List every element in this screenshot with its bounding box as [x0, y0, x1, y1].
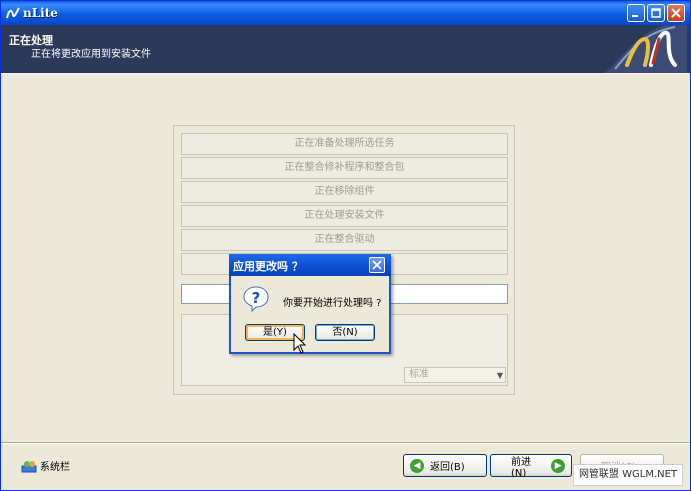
- system-tray-icon: [21, 460, 37, 472]
- header-banner: 正在处理 正在将更改应用到安装文件: [1, 25, 690, 75]
- dialog-title-bar[interactable]: 应用更改吗 ？: [229, 254, 391, 276]
- task-item: 正在移除组件: [181, 181, 508, 203]
- dialog-message: 你要开始进行处理吗 ?: [283, 298, 382, 309]
- question-icon: ?: [243, 286, 269, 312]
- back-button-label: 返回(B): [430, 462, 465, 473]
- back-button[interactable]: ◀ 返回(B): [403, 454, 487, 477]
- priority-select[interactable]: 标准 ▼: [404, 367, 506, 383]
- close-icon: [671, 8, 681, 18]
- task-item: 正在处理安装文件: [181, 205, 508, 227]
- chevron-down-icon: ▼: [496, 371, 503, 380]
- footer-divider: [1, 442, 690, 444]
- svg-text:?: ?: [252, 289, 261, 307]
- minimize-icon: [632, 15, 638, 17]
- nlite-logo-icon: [605, 25, 687, 73]
- title-bar[interactable]: nLite: [1, 1, 690, 25]
- priority-select-value: 标准: [409, 369, 429, 380]
- next-button[interactable]: 前进(N) ▶: [490, 454, 572, 479]
- close-button[interactable]: [667, 4, 685, 22]
- mouse-cursor-icon: [293, 333, 307, 354]
- nlite-window: nLite 正在处理 正在将更改应用到安装文件 正在准备处理所选任务 正在整合修…: [0, 0, 691, 491]
- tray-link[interactable]: 系统栏: [21, 458, 70, 473]
- maximize-icon: [651, 8, 661, 18]
- page-subtitle: 正在将更改应用到安装文件: [31, 49, 151, 60]
- nlite-app-icon: [6, 7, 20, 19]
- watermark-badge: 网管联盟 WGLM.NET: [573, 464, 683, 486]
- dialog-close-button[interactable]: [369, 257, 385, 273]
- tray-label: 系统栏: [40, 462, 70, 473]
- dialog-title: 应用更改吗 ？: [233, 260, 303, 273]
- maximize-button[interactable]: [647, 4, 665, 22]
- task-item: 正在准备处理所选任务: [181, 133, 508, 155]
- close-icon: [372, 260, 382, 270]
- window-title: nLite: [23, 6, 58, 20]
- confirm-dialog: 应用更改吗 ？ ? 你要开始进行处理吗 ? 是(Y) 否(N): [229, 254, 391, 354]
- task-item: 正在整合驱动: [181, 229, 508, 251]
- task-item: 正在整合修补程序和整合包: [181, 157, 508, 179]
- next-arrow-icon: ▶: [551, 458, 565, 473]
- next-button-label: 前进(N): [511, 456, 531, 479]
- no-button[interactable]: 否(N): [315, 324, 375, 341]
- back-arrow-icon: ◀: [410, 458, 424, 473]
- minimize-button[interactable]: [627, 4, 645, 22]
